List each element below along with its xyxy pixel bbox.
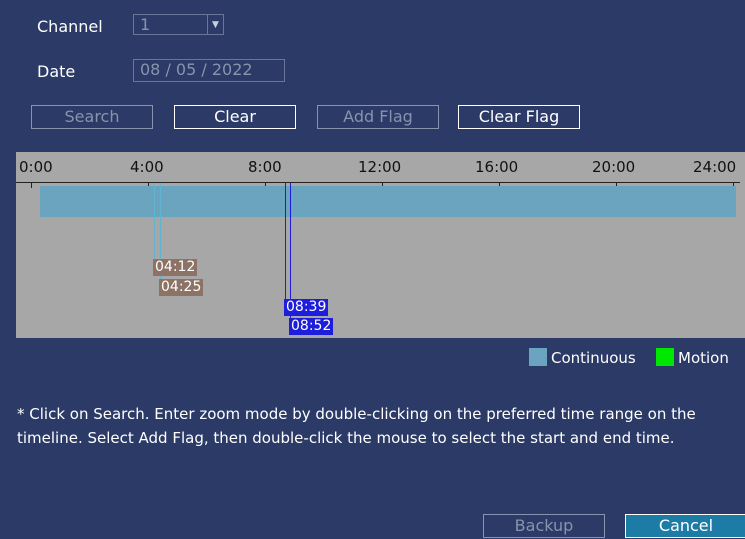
backup-button[interactable]: Backup xyxy=(483,514,605,538)
tick-label-20: 20:00 xyxy=(592,158,636,176)
timeline-axis xyxy=(16,182,740,183)
tick-label-4: 4:00 xyxy=(130,158,164,176)
search-button[interactable]: Search xyxy=(31,105,153,129)
motion-legend-label: Motion xyxy=(678,349,729,367)
clear-flag-button[interactable]: Clear Flag xyxy=(458,105,580,129)
motion-swatch xyxy=(656,348,674,366)
chevron-down-icon[interactable]: ▼ xyxy=(207,15,223,35)
date-field[interactable]: 08 / 05 / 2022 xyxy=(133,59,285,82)
add-flag-button[interactable]: Add Flag xyxy=(317,105,439,129)
flag-end-time: 04:25 xyxy=(159,279,204,296)
channel-select[interactable]: 1 ▼ xyxy=(133,14,224,35)
channel-value: 1 xyxy=(140,15,151,34)
timeline[interactable] xyxy=(16,152,745,338)
flag-end-time: 08:52 xyxy=(289,318,334,335)
channel-label: Channel xyxy=(37,17,103,36)
tick-mark xyxy=(31,183,32,188)
clear-button[interactable]: Clear xyxy=(174,105,296,129)
flag-start-line xyxy=(285,183,286,300)
instruction-note: * Click on Search. Enter zoom mode by do… xyxy=(17,405,696,447)
flag-start-line xyxy=(154,183,155,260)
tick-label-0: 0:00 xyxy=(19,158,53,176)
continuous-legend-label: Continuous xyxy=(551,349,636,367)
tick-label-12: 12:00 xyxy=(358,158,402,176)
cancel-button[interactable]: Cancel xyxy=(625,514,745,538)
flag-start-time: 04:12 xyxy=(153,259,198,276)
continuous-swatch xyxy=(529,348,547,366)
tick-label-16: 16:00 xyxy=(475,158,519,176)
date-value: 08 / 05 / 2022 xyxy=(140,60,253,79)
date-label: Date xyxy=(37,62,76,81)
flag-start-time: 08:39 xyxy=(284,299,329,316)
tick-label-8: 8:00 xyxy=(248,158,282,176)
continuous-recording-bar xyxy=(40,186,736,217)
flag-end-line xyxy=(290,183,291,318)
tick-label-24: 24:00 xyxy=(693,158,737,176)
